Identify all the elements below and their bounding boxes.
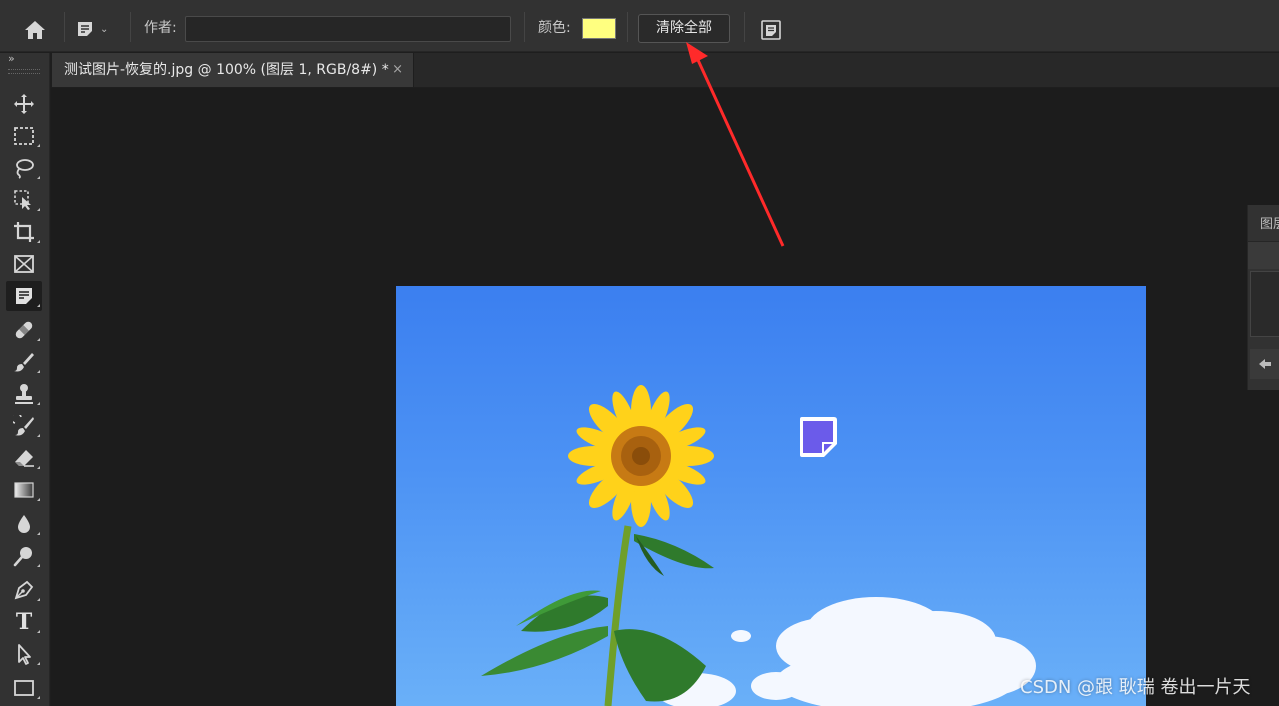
tools-panel: » T [0,53,50,706]
arrow-left-icon [1259,359,1271,369]
blur-drop-icon [18,515,30,533]
path-selection-tool[interactable] [6,639,42,669]
clone-stamp-tool[interactable] [6,379,42,409]
crop-icon [14,222,34,242]
tool-group-indicator [37,498,40,501]
stamp-icon [15,384,33,404]
photoshop-window: ⌄ 作者: 颜色: 清除全部 » T 测试图片-恢复的.jpg @ 100% (… [0,0,1279,706]
move-tool[interactable] [6,89,42,119]
document-tab-title: 测试图片-恢复的.jpg @ 100% (图层 1, RGB/8#) * [64,62,389,78]
gradient-icon [14,482,34,498]
rectangular-marquee-tool[interactable] [6,121,42,151]
history-brush-icon [13,415,34,436]
dodge-tool[interactable] [6,541,42,571]
marquee-icon [14,127,34,145]
path-selection-icon [18,644,31,665]
frame-tool[interactable] [6,249,42,279]
document-image[interactable] [396,286,1146,706]
tool-group-indicator [37,144,40,147]
panel-collapse-button[interactable] [1250,349,1279,379]
tool-group-indicator [37,370,40,373]
gradient-tool[interactable] [6,475,42,505]
divider [130,12,131,42]
note-marker-icon [800,417,837,457]
dodge-icon [13,547,32,567]
brush-tool[interactable] [6,347,42,377]
tool-group-indicator [37,630,40,633]
divider [524,12,525,42]
home-button[interactable] [20,16,50,44]
blur-tool[interactable] [6,509,42,539]
tool-group-indicator [37,564,40,567]
panel-content [1250,271,1279,337]
type-icon: T [15,609,33,635]
crop-tool[interactable] [6,217,42,247]
tool-group-indicator [37,402,40,405]
history-brush-tool[interactable] [6,411,42,441]
tool-preset-picker[interactable]: ⌄ [76,16,122,42]
document-tab-bar: 测试图片-恢复的.jpg @ 100% (图层 1, RGB/8#) * × [52,53,1279,87]
author-label: 作者: [144,20,177,36]
rectangle-tool[interactable] [6,673,42,703]
tool-group-indicator [37,434,40,437]
panel-header-band [1248,241,1279,269]
bandage-icon [15,321,33,339]
lasso-icon [16,159,34,179]
divider [744,12,745,42]
tool-group-indicator [37,466,40,469]
document-tab[interactable]: 测试图片-恢复的.jpg @ 100% (图层 1, RGB/8#) * × [52,53,414,87]
cloud [656,597,1036,706]
color-label: 颜色: [538,20,571,36]
pen-tool[interactable] [6,575,42,605]
watermark-text: CSDN @跟 耿瑞 卷出一片天 [1020,677,1251,698]
divider [64,12,65,42]
author-input[interactable] [185,16,511,42]
eraser-icon [15,450,34,467]
home-icon [25,21,45,39]
object-selection-tool[interactable] [6,185,42,215]
tool-group-indicator [37,532,40,535]
note-color-swatch[interactable] [582,18,616,39]
lasso-tool[interactable] [6,153,42,183]
tool-group-indicator [37,598,40,601]
layers-panel: 图层 [1247,205,1279,390]
divider [627,12,628,42]
tool-group-indicator [37,240,40,243]
object-selection-icon [14,190,31,210]
options-bar: ⌄ 作者: 颜色: 清除全部 [0,0,1279,52]
leaf [481,534,714,702]
type-tool[interactable]: T [6,607,42,637]
close-tab-icon[interactable]: × [392,53,403,87]
note-marker[interactable] [797,415,839,459]
layers-panel-title[interactable]: 图层 [1260,213,1279,232]
notes-panel-icon [761,20,781,40]
chevron-down-icon: ⌄ [100,23,109,35]
tool-group-indicator [37,338,40,341]
collapse-panel-toggle[interactable]: » [8,53,15,65]
tool-group-indicator [37,176,40,179]
note-preset-icon [78,22,92,36]
rectangle-icon [14,680,34,696]
move-icon [14,94,34,114]
eraser-tool[interactable] [6,443,42,473]
spot-healing-brush-tool[interactable] [6,315,42,345]
note-icon [16,288,32,304]
tool-group-indicator [37,304,40,307]
panel-grip[interactable] [8,69,40,74]
brush-icon [14,353,34,372]
frame-icon [14,255,34,273]
tool-group-indicator [37,662,40,665]
pen-icon [14,580,34,600]
clear-all-button[interactable]: 清除全部 [638,14,730,43]
tool-group-indicator [37,208,40,211]
notes-panel-toggle-button[interactable] [759,18,783,42]
note-tool[interactable] [6,281,42,311]
sunflower-photo [481,385,1036,706]
tool-group-indicator [37,696,40,699]
